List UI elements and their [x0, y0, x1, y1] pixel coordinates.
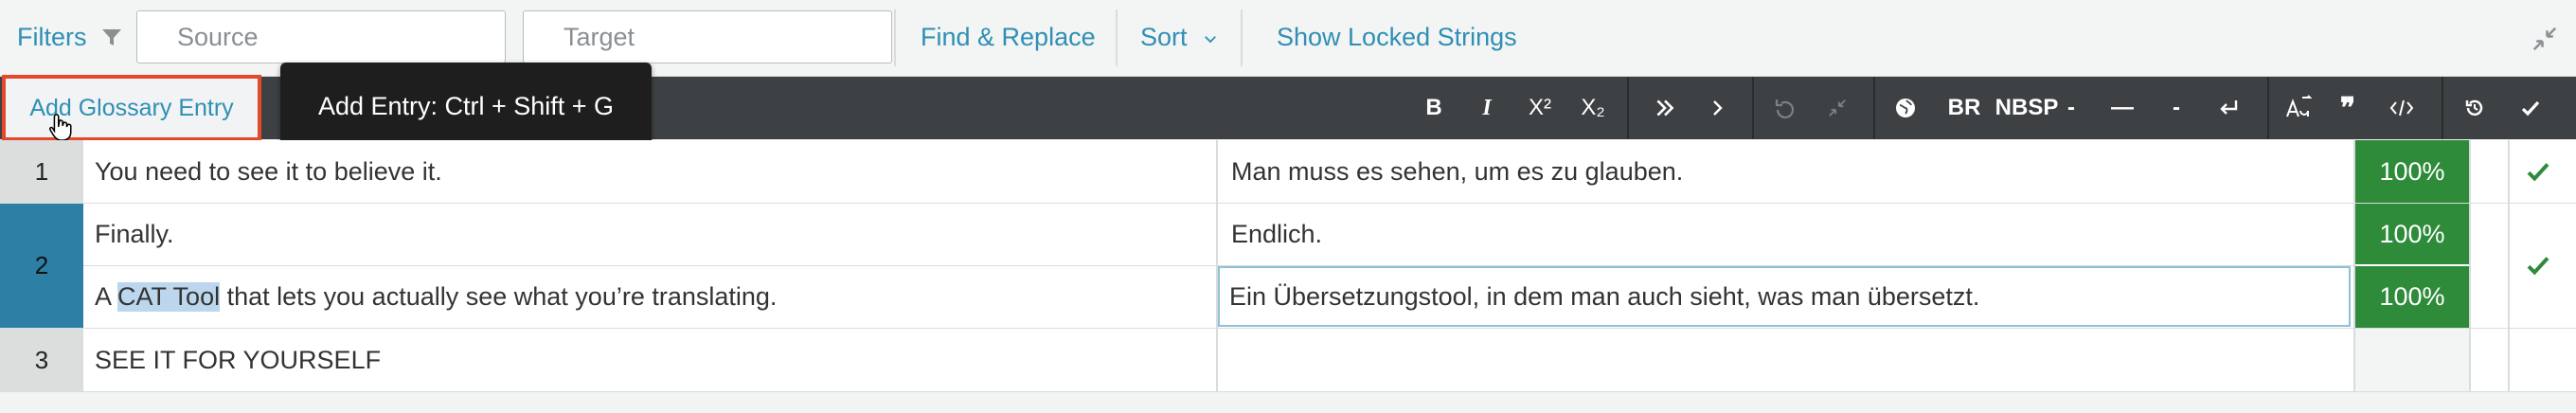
show-locked-strings-link[interactable]: Show Locked Strings [1277, 23, 1517, 52]
hand-cursor-icon [49, 114, 72, 141]
sort-label: Sort [1140, 23, 1188, 51]
divider [1873, 77, 1875, 139]
em-dash-button[interactable]: — [2095, 77, 2150, 139]
add-glossary-entry-button[interactable]: Add Glossary Entry [2, 75, 261, 141]
divider [1116, 9, 1118, 66]
row-number: 3 [0, 329, 83, 391]
shortcut-tooltip: Add Entry: Ctrl + Shift + G [280, 63, 652, 150]
hyphen-button[interactable]: - [2048, 77, 2095, 139]
undo-icon[interactable] [1758, 77, 1811, 139]
source-cell[interactable]: You need to see it to believe it. [83, 140, 1216, 203]
divider [2442, 77, 2443, 139]
target-cell[interactable]: Man muss es sehen, um es zu glauben. [1218, 140, 2351, 203]
divider [894, 9, 896, 66]
match-percentage [2355, 329, 2469, 391]
chevron-down-icon [1205, 35, 1216, 44]
code-icon[interactable] [2373, 77, 2430, 139]
row-number: 1 [0, 140, 83, 203]
source-cell[interactable]: A CAT Tool that lets you actually see wh… [83, 266, 1216, 328]
hyphen-label: - [2067, 95, 2075, 120]
target-search-input[interactable] [562, 21, 901, 53]
match-percentage: 100% [2355, 204, 2469, 264]
table-row[interactable]: 1 You need to see it to believe it. Man … [0, 140, 2576, 204]
superscript-button[interactable]: X² [1512, 77, 1568, 139]
glossary-term-highlight[interactable]: CAT Tool [117, 282, 221, 312]
collapse-icon[interactable] [2531, 25, 2559, 53]
chevron-right-icon[interactable] [1690, 77, 1746, 139]
change-case-icon[interactable] [2275, 77, 2322, 139]
sort-dropdown[interactable]: Sort [1140, 23, 1219, 52]
double-chevron-right-icon[interactable] [1637, 77, 1693, 139]
source-text: A [95, 282, 118, 311]
source-search-input[interactable] [175, 21, 514, 53]
divider [1216, 140, 1218, 391]
match-percentage: 100% [2355, 140, 2469, 203]
superscript-label: X² [1529, 95, 1551, 120]
divider [2469, 140, 2471, 391]
em-dash-label: — [2111, 95, 2134, 120]
source-cell[interactable]: SEE IT FOR YOURSELF [83, 329, 1216, 391]
find-replace-link[interactable]: Find & Replace [921, 23, 1096, 52]
match-percentage: 100% [2355, 266, 2469, 328]
tooltip-text: Add Entry: Ctrl + Shift + G [317, 91, 615, 120]
italic-label: I [1482, 95, 1492, 120]
globe-icon[interactable] [1881, 77, 1930, 139]
en-dash-button[interactable]: - [2152, 77, 2201, 139]
divider [1752, 77, 1754, 139]
divider [2353, 140, 2355, 391]
divider [2267, 77, 2269, 139]
target-search-field[interactable] [523, 10, 901, 63]
divider [2508, 140, 2510, 391]
source-cell[interactable]: Finally. [83, 204, 1216, 264]
en-dash-label: - [2173, 95, 2180, 120]
target-cell[interactable] [1218, 329, 2351, 391]
br-label: BR [1947, 95, 1981, 120]
source-text: that lets you actually see what you’re t… [220, 282, 778, 311]
confirm-check-icon[interactable] [2504, 77, 2557, 139]
italic-button[interactable]: I [1458, 77, 1515, 139]
bold-button[interactable]: B [1405, 77, 1462, 139]
divider [1241, 9, 1243, 66]
funnel-icon [101, 28, 121, 45]
confirmed-check-icon [2527, 163, 2549, 182]
filters-button[interactable]: Filters [17, 23, 123, 52]
history-icon[interactable] [2451, 77, 2498, 139]
active-target-editor[interactable]: Ein Übersetzungstool, in dem man auch si… [1218, 266, 2351, 327]
bold-label: B [1425, 95, 1442, 120]
subscript-button[interactable]: X₂ [1565, 77, 1621, 139]
divider [1627, 77, 1629, 139]
target-text: Ein Übersetzungstool, in dem man auch si… [1229, 281, 1980, 311]
quote-icon[interactable]: ❞ [2322, 77, 2373, 139]
table-row[interactable]: 3 SEE IT FOR YOURSELF [0, 329, 2576, 392]
target-cell[interactable]: Endlich. [1218, 204, 2351, 264]
row-number: 2 [0, 204, 83, 328]
source-search-field[interactable] [136, 10, 514, 63]
collapse-tags-icon[interactable] [1811, 77, 1864, 139]
subscript-label: X₂ [1581, 95, 1605, 120]
enter-icon[interactable] [2201, 77, 2256, 139]
filters-label: Filters [17, 23, 87, 51]
confirmed-check-icon [2527, 257, 2549, 276]
